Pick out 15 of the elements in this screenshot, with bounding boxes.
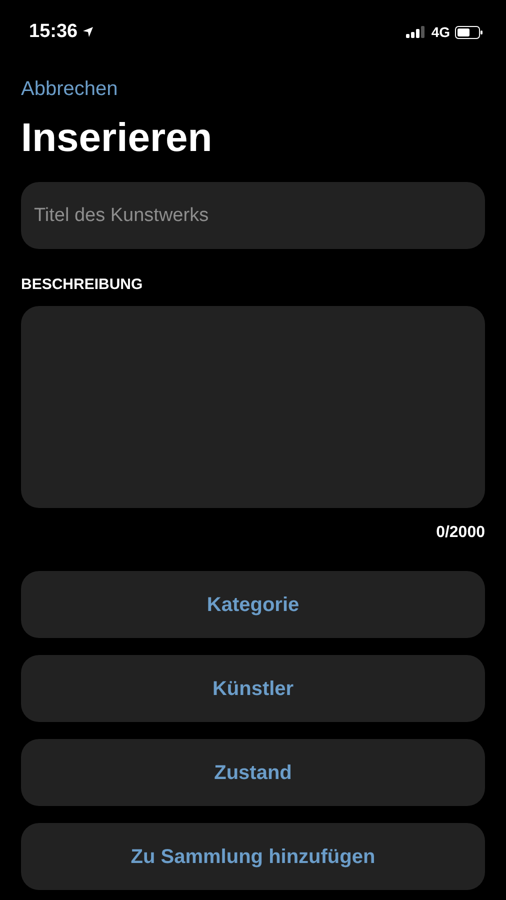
option-button[interactable]: Kategorie [21,571,485,638]
cancel-link[interactable]: Abbrechen [21,76,118,102]
option-button[interactable]: Künstler [21,655,485,722]
battery-icon [455,26,483,38]
signal-icon [406,26,426,38]
location-icon [82,26,94,38]
description-field[interactable] [21,306,485,508]
network-label: 4G [431,22,450,42]
option-button[interactable]: Zu Sammlung hinzufügen [21,823,485,890]
section-label: BESCHREIBUNG [21,275,144,295]
status-time: 15:36 [29,20,78,44]
character-counter: 0/2000 [436,523,485,543]
page-title: Inserieren [21,115,214,162]
option-button[interactable]: Zustand [21,739,485,806]
title-field[interactable]: Titel des Kunstwerks [21,182,485,249]
